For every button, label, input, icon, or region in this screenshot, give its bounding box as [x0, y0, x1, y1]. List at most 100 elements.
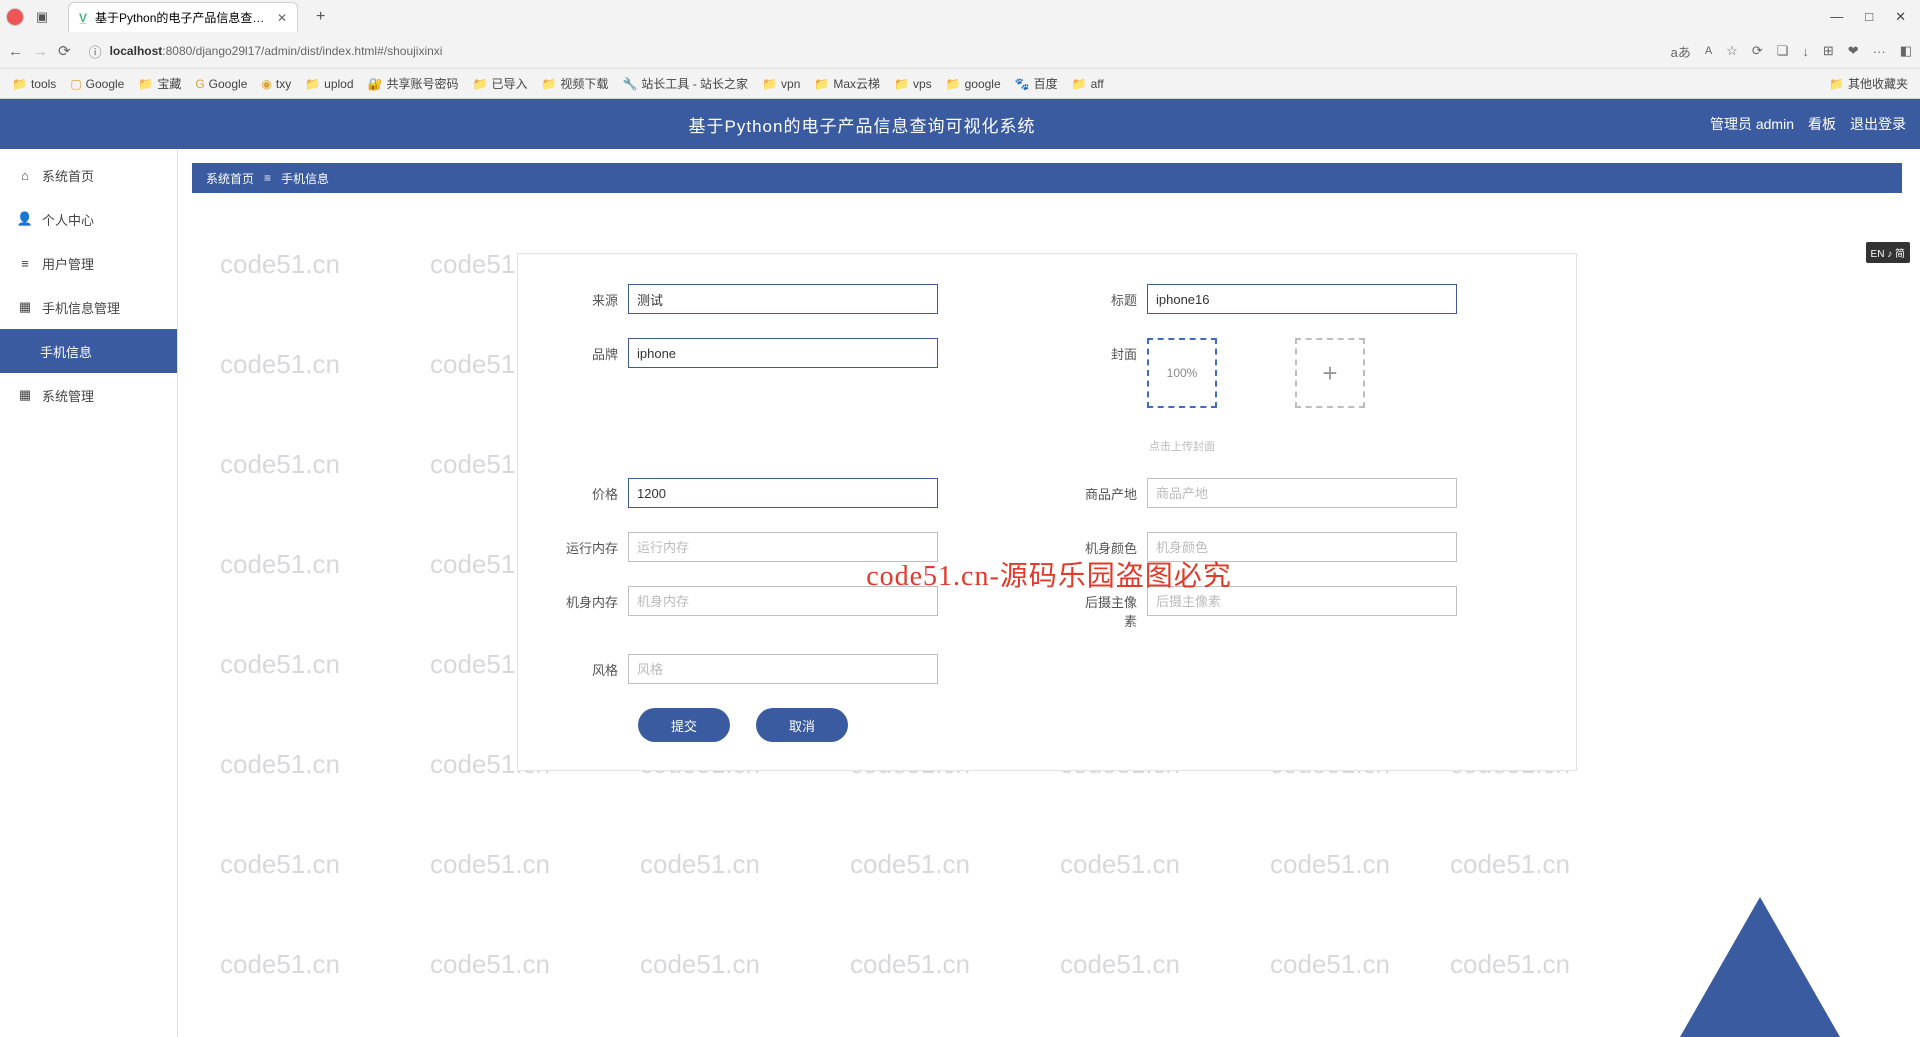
- font-icon[interactable]: A: [1705, 45, 1712, 57]
- cover-upload-button[interactable]: +: [1295, 338, 1365, 408]
- favorite-item[interactable]: ◉txy: [261, 77, 291, 91]
- source-label: 来源: [558, 284, 628, 309]
- fav-label: Max云梯: [833, 75, 880, 92]
- vue-icon: V̲: [79, 11, 87, 25]
- fav-label: google: [965, 77, 1001, 91]
- sidebar-icon: 👤: [18, 211, 32, 227]
- site-info-icon[interactable]: ⓘ: [89, 42, 102, 61]
- favorite-item[interactable]: 📁宝藏: [138, 75, 181, 92]
- plus-icon: +: [1322, 358, 1337, 389]
- favorite-item[interactable]: G Google: [195, 77, 247, 91]
- favorite-item[interactable]: 📁uplod: [305, 77, 353, 91]
- ext-icon-2[interactable]: ❏: [1777, 43, 1789, 59]
- style-input[interactable]: [628, 654, 938, 684]
- ram-label: 运行内存: [558, 532, 628, 557]
- origin-label: 商品产地: [1077, 478, 1147, 503]
- favorite-item[interactable]: 📁vpn: [762, 77, 800, 91]
- window-maximize[interactable]: □: [1865, 9, 1873, 25]
- submit-button[interactable]: 提交: [638, 708, 730, 742]
- cover-preview[interactable]: 100%: [1147, 338, 1217, 408]
- ext-icon-3[interactable]: ↓: [1802, 44, 1809, 59]
- fav-icon: G: [195, 77, 204, 91]
- fav-label: 视频下载: [560, 75, 608, 92]
- fav-label: Google: [209, 77, 248, 91]
- rom-label: 机身内存: [558, 586, 628, 611]
- fav-icon: 📁: [473, 77, 488, 91]
- other-bookmarks[interactable]: 📁其他收藏夹: [1829, 75, 1908, 92]
- fav-icon: ◉: [261, 77, 271, 91]
- ext-icon-1[interactable]: ⟳: [1752, 43, 1763, 59]
- favorite-item[interactable]: 🔧站长工具 - 站长之家: [622, 75, 748, 92]
- brand-input[interactable]: [628, 338, 938, 368]
- favorite-item[interactable]: 📁tools: [12, 77, 56, 91]
- sidebar-label: 系统首页: [42, 166, 94, 185]
- dashboard-link[interactable]: 看板: [1808, 114, 1836, 134]
- more-icon[interactable]: ···: [1873, 44, 1886, 59]
- browser-tab[interactable]: V̲ 基于Python的电子产品信息查询可 ✕: [68, 2, 298, 32]
- favorite-item[interactable]: ▢Google: [70, 77, 124, 91]
- sidebar-item[interactable]: ▦系统管理: [0, 373, 177, 417]
- ram-input[interactable]: [628, 532, 938, 562]
- fav-label: uplod: [324, 77, 353, 91]
- origin-input[interactable]: [1147, 478, 1457, 508]
- title-input[interactable]: [1147, 284, 1457, 314]
- nav-back-icon[interactable]: ←: [8, 43, 23, 60]
- tab-title: 基于Python的电子产品信息查询可: [95, 9, 269, 26]
- favorite-item[interactable]: 🔐共享账号密码: [368, 75, 459, 92]
- sidebar-item[interactable]: ≡ 用户管理: [0, 241, 177, 285]
- favorite-item[interactable]: 📁视频下载: [541, 75, 608, 92]
- folder-icon: 📁: [1829, 77, 1844, 91]
- favorite-item[interactable]: 📁 google: [946, 77, 1001, 91]
- sidebar-item[interactable]: ▦手机信息管理: [0, 285, 177, 329]
- url-host: localhost:8080/django29l17/admin/dist/in…: [110, 44, 443, 58]
- favorite-item[interactable]: 📁 vps: [894, 77, 932, 91]
- fav-label: tools: [31, 77, 56, 91]
- sidebar-item[interactable]: 手机信息: [0, 329, 177, 373]
- rom-input[interactable]: [628, 586, 938, 616]
- reader-icon[interactable]: aあ: [1671, 42, 1691, 61]
- source-input[interactable]: [628, 284, 938, 314]
- fav-label: vpn: [781, 77, 800, 91]
- breadcrumb: 系统首页 ≡ 手机信息: [192, 163, 1902, 193]
- price-input[interactable]: [628, 478, 938, 508]
- favorite-item[interactable]: 📁aff: [1072, 77, 1104, 91]
- sidebar-icon: ≡: [18, 256, 32, 271]
- logout-link[interactable]: 退出登录: [1850, 114, 1906, 134]
- cover-hint: 点击上传封面: [1149, 438, 1536, 454]
- cancel-button[interactable]: 取消: [756, 708, 848, 742]
- app-header: 基于Python的电子产品信息查询可视化系统 管理员 admin 看板 退出登录: [0, 99, 1920, 149]
- tab-close-icon[interactable]: ✕: [277, 11, 287, 25]
- color-input[interactable]: [1147, 532, 1457, 562]
- fav-label: 共享账号密码: [386, 75, 458, 92]
- profile-avatar[interactable]: [6, 8, 24, 26]
- new-tab-button[interactable]: +: [316, 8, 325, 26]
- sidebar-item[interactable]: 👤个人中心: [0, 197, 177, 241]
- brand-label: 品牌: [558, 338, 628, 363]
- sidebar-icon: ⌂: [18, 168, 32, 183]
- nav-forward-icon[interactable]: →: [33, 43, 48, 60]
- window-minimize[interactable]: —: [1830, 9, 1843, 25]
- window-close[interactable]: ✕: [1895, 9, 1906, 25]
- fav-label: Google: [86, 77, 125, 91]
- favorite-item[interactable]: 📁Max云梯: [814, 75, 880, 92]
- fav-label: aff: [1091, 77, 1104, 91]
- tabs-icon[interactable]: ▣: [34, 9, 50, 25]
- favorite-item[interactable]: 📁已导入: [473, 75, 528, 92]
- sidebar-label: 用户管理: [42, 254, 94, 273]
- fav-label: vps: [913, 77, 932, 91]
- ext-icon-5[interactable]: ❤: [1848, 43, 1859, 59]
- sidebar-item[interactable]: ⌂ 系统首页: [0, 153, 177, 197]
- fav-icon: 📁: [946, 77, 961, 91]
- favorite-icon[interactable]: ☆: [1726, 43, 1738, 59]
- camera-input[interactable]: [1147, 586, 1457, 616]
- favorite-item[interactable]: 🐾百度: [1015, 75, 1058, 92]
- breadcrumb-home[interactable]: 系统首页: [206, 170, 254, 187]
- url-input[interactable]: ⓘ localhost:8080/django29l17/admin/dist/…: [81, 38, 1661, 64]
- sidepanel-icon[interactable]: ◧: [1900, 43, 1912, 59]
- nav-refresh-icon[interactable]: ⟳: [58, 42, 71, 60]
- titlebar: ▣ V̲ 基于Python的电子产品信息查询可 ✕ + — □ ✕: [0, 0, 1920, 34]
- fav-icon: 📁: [894, 77, 909, 91]
- form-panel: 来源 标题 品牌 封面: [517, 253, 1577, 771]
- ext-icon-4[interactable]: ⊞: [1823, 43, 1834, 59]
- ime-badge[interactable]: EN ♪ 简: [1866, 242, 1910, 263]
